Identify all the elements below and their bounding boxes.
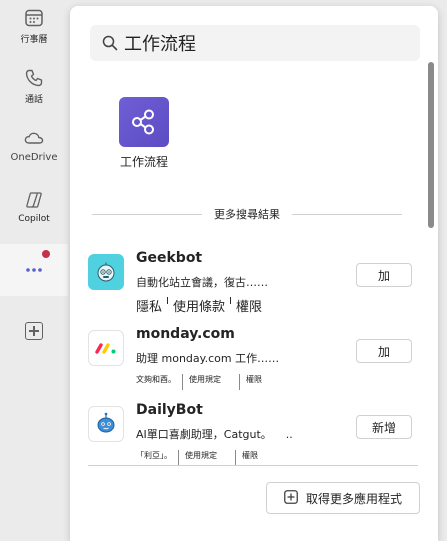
privacy-link[interactable]: 隱私 — [136, 296, 162, 315]
result-links: 「利亞」。 使用規定 權限 — [136, 450, 258, 466]
rail-item-more-apps[interactable] — [0, 244, 68, 296]
calendar-icon — [25, 9, 43, 27]
result-description: AI單口喜劇助理，Catgut。.. — [136, 428, 293, 441]
privacy-link[interactable]: 文夠和酉。 — [136, 374, 176, 385]
rail-label-onedrive: OneDrive — [10, 152, 58, 163]
add-button[interactable]: 加 — [356, 263, 412, 287]
copilot-icon — [26, 192, 42, 208]
get-more-apps-label: 取得更多應用程式 — [305, 491, 402, 506]
result-description: 自動化站立會議，復古…… — [136, 276, 268, 289]
monday-icon — [95, 343, 116, 354]
rail-label-calendar: 行事曆 — [20, 35, 48, 45]
plus-square-icon — [284, 489, 298, 507]
link-separator: I — [166, 296, 169, 307]
dailybot-icon — [97, 412, 115, 433]
add-button[interactable]: 新增 — [356, 415, 412, 439]
rail-item-onedrive[interactable]: OneDrive — [0, 128, 68, 163]
rail-item-calls[interactable]: 通話 — [0, 68, 68, 105]
terms-link[interactable]: 使用規定 — [185, 450, 217, 461]
link-separator: I — [228, 296, 232, 307]
dailybot-logo — [88, 406, 124, 442]
rail-item-add-app[interactable] — [0, 322, 68, 340]
get-more-apps-button[interactable]: 取得更多應用程式 — [266, 482, 420, 514]
workflow-icon — [132, 109, 154, 135]
permissions-link[interactable]: 權限 — [236, 296, 262, 315]
search-box[interactable] — [90, 25, 420, 61]
add-button[interactable]: 加 — [356, 339, 412, 363]
scrollbar[interactable] — [428, 62, 434, 228]
search-icon — [102, 35, 118, 51]
cloud-icon — [24, 132, 44, 144]
app-search-flyout: 工作流程 更多搜尋結果 Geekbot 自動化站立會議，復古…… 加 隱私 I … — [70, 6, 438, 541]
result-links: 文夠和酉。 使用規定 權限 — [136, 374, 262, 390]
geekbot-logo — [88, 254, 124, 290]
search-input[interactable] — [124, 32, 394, 54]
top-result-name: 工作流程 — [119, 155, 168, 169]
rail-item-calendar[interactable]: 行事曆 — [0, 8, 68, 45]
workflow-app-tile — [119, 97, 169, 147]
geekbot-icon — [97, 262, 115, 282]
rail-label-copilot: Copilot — [18, 214, 50, 224]
result-description: 助理 monday.com 工作…… — [136, 352, 280, 365]
terms-link[interactable]: 使用規定 — [189, 374, 221, 385]
rail-label-calls: 通話 — [24, 95, 43, 105]
terms-link[interactable]: 使用條款 — [173, 296, 225, 315]
phone-icon — [25, 69, 43, 87]
privacy-link[interactable]: 「利亞」。 — [136, 450, 172, 461]
footer-divider — [88, 465, 418, 466]
more-results-label: 更多搜尋結果 — [214, 208, 280, 221]
top-result-app[interactable]: 工作流程 — [112, 97, 176, 170]
result-title: DailyBot — [136, 402, 203, 418]
rail-item-copilot[interactable]: Copilot — [0, 190, 68, 224]
more-apps-icon — [26, 268, 42, 272]
permissions-link[interactable]: 權限 — [246, 374, 262, 385]
result-title: Geekbot — [136, 250, 203, 266]
monday-logo — [88, 330, 124, 366]
result-links: 隱私 I 使用條款 I 權限 — [136, 296, 262, 315]
permissions-link[interactable]: 權限 — [242, 450, 258, 461]
add-app-icon — [25, 322, 43, 340]
left-rail: 行事曆 通話 OneDrive Copilot — [0, 0, 68, 541]
more-results-divider: 更多搜尋結果 — [92, 206, 402, 222]
result-title: monday.com — [136, 326, 235, 342]
notification-badge — [42, 250, 50, 258]
